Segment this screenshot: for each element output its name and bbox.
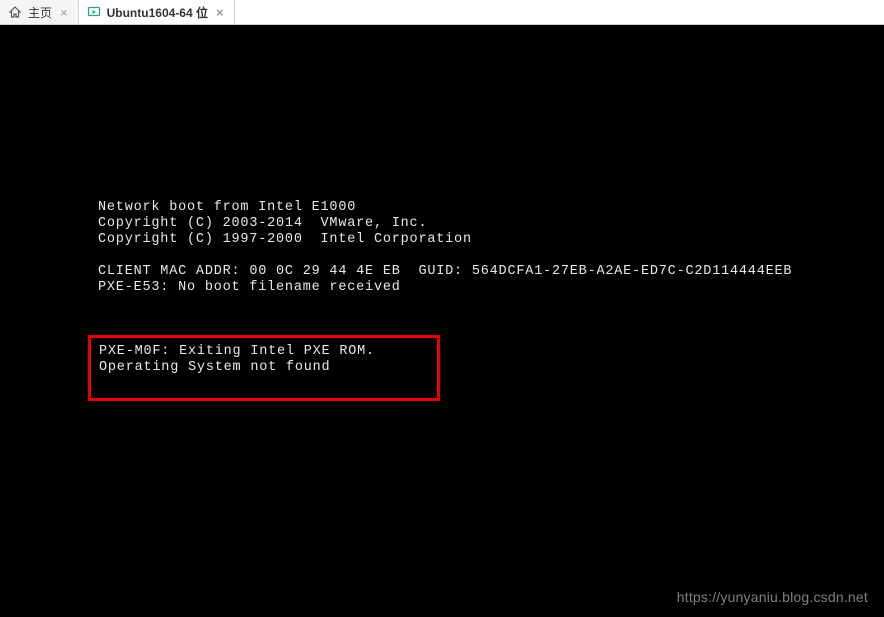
watermark-text: https://yunyaniu.blog.csdn.net bbox=[677, 589, 868, 605]
boot-line-client-mac: CLIENT MAC ADDR: 00 0C 29 44 4E EB GUID:… bbox=[98, 264, 884, 280]
tab-bar: 主页 × Ubuntu1604-64 位 × bbox=[0, 0, 884, 25]
tab-ubuntu-label: Ubuntu1604-64 位 bbox=[107, 4, 208, 21]
close-icon[interactable]: × bbox=[214, 5, 226, 20]
vm-icon bbox=[87, 5, 101, 19]
error-highlight-box: PXE-M0F: Exiting Intel PXE ROM. Operatin… bbox=[88, 335, 440, 401]
tab-ubuntu[interactable]: Ubuntu1604-64 位 × bbox=[79, 0, 235, 24]
close-icon[interactable]: × bbox=[58, 5, 70, 20]
boot-line-copyright-vmware: Copyright (C) 2003-2014 VMware, Inc. bbox=[98, 216, 884, 232]
boot-line-network: Network boot from Intel E1000 bbox=[98, 200, 884, 216]
boot-line-os-not-found: Operating System not found bbox=[99, 360, 437, 376]
home-icon bbox=[8, 5, 22, 19]
boot-line-copyright-intel: Copyright (C) 1997-2000 Intel Corporatio… bbox=[98, 232, 884, 248]
console-screen: Network boot from Intel E1000 Copyright … bbox=[0, 25, 884, 617]
tab-home[interactable]: 主页 × bbox=[0, 0, 79, 24]
tab-home-label: 主页 bbox=[28, 4, 52, 21]
boot-line-pxe-e53: PXE-E53: No boot filename received bbox=[98, 280, 884, 296]
boot-line-pxe-m0f: PXE-M0F: Exiting Intel PXE ROM. bbox=[99, 344, 437, 360]
